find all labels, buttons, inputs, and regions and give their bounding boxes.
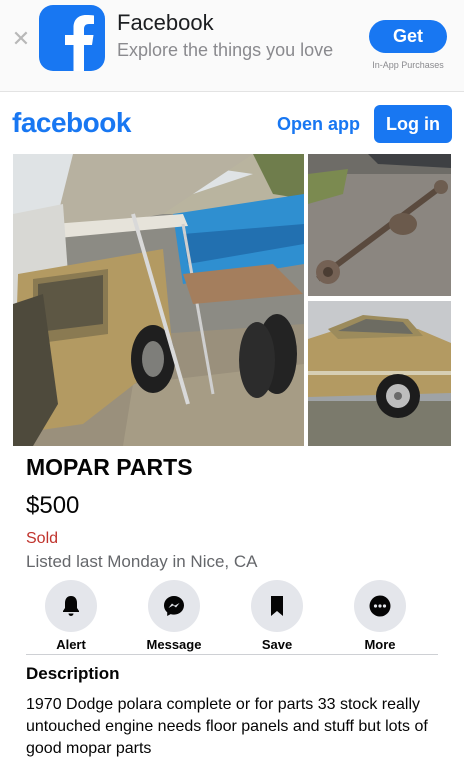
- get-app-button[interactable]: Get: [369, 20, 447, 53]
- open-app-link[interactable]: Open app: [277, 114, 360, 135]
- save-icon-circle: [251, 580, 303, 632]
- message-button[interactable]: Message: [129, 578, 219, 654]
- bookmark-icon: [271, 596, 283, 616]
- action-bar: Alert Message Save More: [26, 578, 438, 654]
- listing-meta: Listed last Monday in Nice, CA: [26, 552, 258, 571]
- in-app-purchases-note: In-App Purchases: [372, 60, 444, 70]
- divider: [26, 654, 438, 655]
- listing-title: MOPAR PARTS: [26, 454, 193, 480]
- app-install-banner: ✕ Facebook Explore the things you love G…: [0, 0, 464, 92]
- more-icon: [369, 595, 391, 617]
- listing-photo-main[interactable]: [13, 154, 304, 446]
- login-button[interactable]: Log in: [374, 105, 452, 143]
- save-label: Save: [261, 637, 293, 652]
- listing-price: $500: [26, 492, 80, 519]
- save-button[interactable]: Save: [232, 578, 322, 654]
- listing-photo-axle[interactable]: [308, 154, 451, 296]
- description-heading: Description: [26, 664, 120, 683]
- status-badge: Sold: [26, 530, 59, 547]
- more-icon-circle: [354, 580, 406, 632]
- messenger-icon: [164, 596, 184, 616]
- alert-label: Alert: [56, 637, 86, 652]
- listing-photo-side-view[interactable]: [308, 301, 451, 446]
- app-name: Facebook: [117, 10, 214, 35]
- facebook-logo[interactable]: facebook: [12, 107, 131, 139]
- message-icon-circle: [148, 580, 200, 632]
- message-label: Message: [146, 637, 202, 652]
- top-navigation: facebook Open app Log in: [0, 93, 464, 153]
- bell-icon: [63, 596, 79, 616]
- alert-button[interactable]: Alert: [26, 578, 116, 654]
- app-tagline: Explore the things you love: [117, 40, 334, 60]
- close-icon[interactable]: ✕: [10, 28, 32, 50]
- description-body: 1970 Dodge polara complete or for parts …: [26, 696, 428, 757]
- facebook-app-icon[interactable]: [39, 5, 105, 71]
- more-label: More: [364, 637, 396, 652]
- more-button[interactable]: More: [335, 578, 425, 654]
- alert-icon-circle: [45, 580, 97, 632]
